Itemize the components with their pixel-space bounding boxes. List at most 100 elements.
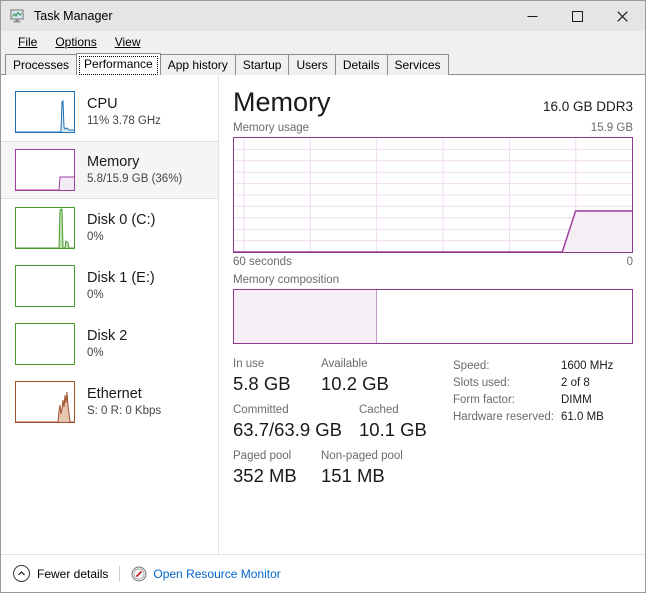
sidebar-item-disk-1-subtitle: 0%	[87, 289, 104, 301]
sidebar-item-disk-0-title: Disk 0 (C:)	[87, 212, 156, 228]
tab-processes[interactable]: Processes	[5, 54, 78, 75]
info-slots-used-key: Slots used:	[453, 377, 510, 389]
menu-bar: File Options View	[1, 31, 645, 53]
stat-row-2: Committed 63.7/63.9 GB Cached 10.1 GB	[233, 403, 441, 442]
info-form-factor: Form factor: DIMM	[453, 392, 633, 409]
tab-details[interactable]: Details	[334, 54, 388, 75]
stat-available-label: Available	[321, 358, 368, 370]
fewer-details-label: Fewer details	[37, 566, 109, 581]
sidebar-item-ethernet-subtitle: S: 0 R: 0 Kbps	[87, 405, 162, 417]
tab-startup[interactable]: Startup	[234, 54, 290, 75]
disk-1-thumbnail-graph	[15, 265, 75, 307]
sidebar-item-disk-2[interactable]: Disk 2 0%	[1, 315, 218, 373]
tab-services-label: Services	[394, 58, 441, 72]
stat-non-paged-pool-label: Non-paged pool	[321, 450, 403, 462]
sidebar-item-cpu-title: CPU	[87, 96, 118, 112]
window-controls	[510, 1, 645, 31]
sidebar-item-disk-2-text: Disk 2 0%	[87, 327, 127, 361]
ethernet-thumbnail-graph	[15, 381, 75, 423]
stat-committed-value: 63.7/63.9 GB	[233, 419, 343, 440]
memory-usage-graph	[233, 137, 633, 253]
info-hardware-reserved: Hardware reserved: 61.0 MB	[453, 409, 633, 426]
stat-row-1: In use 5.8 GB Available 10.2 GB	[233, 357, 441, 396]
composition-in-use-segment	[234, 290, 378, 343]
info-hardware-reserved-key: Hardware reserved:	[453, 411, 554, 423]
footer-divider	[119, 565, 121, 582]
tab-users-label: Users	[296, 58, 328, 72]
sidebar-item-cpu-subtitle: 11% 3.78 GHz	[87, 115, 161, 127]
resource-monitor-icon	[131, 566, 147, 582]
sidebar-item-memory[interactable]: Memory 5.8/15.9 GB (36%)	[1, 141, 218, 199]
sidebar-item-memory-subtitle: 5.8/15.9 GB (36%)	[87, 173, 183, 185]
stat-non-paged-pool-value: 151 MB	[321, 465, 385, 486]
tab-services[interactable]: Services	[386, 54, 449, 75]
usage-graph-title: Memory usage	[233, 122, 310, 134]
info-slots-used-value: 2 of 8	[561, 377, 590, 389]
stat-in-use: In use 5.8 GB	[233, 357, 321, 396]
sidebar-item-ethernet-text: Ethernet S: 0 R: 0 Kbps	[87, 385, 161, 419]
minimize-button[interactable]	[510, 1, 555, 31]
title-bar: Task Manager	[1, 1, 645, 31]
stats-left-column: In use 5.8 GB Available 10.2 GB Committe…	[233, 357, 441, 495]
stat-available-value: 10.2 GB	[321, 373, 389, 394]
stat-available: Available 10.2 GB	[321, 357, 441, 396]
menu-file[interactable]: File	[9, 33, 46, 51]
info-form-factor-key: Form factor:	[453, 394, 515, 406]
memory-composition-bar[interactable]	[233, 289, 633, 344]
info-form-factor-value: DIMM	[561, 394, 592, 406]
tab-details-label: Details	[342, 58, 380, 72]
menu-options[interactable]: Options	[46, 33, 105, 51]
stat-paged-pool-label: Paged pool	[233, 450, 292, 462]
info-speed: Speed: 1600 MHz	[453, 358, 633, 375]
content-body: CPU 11% 3.78 GHz Memory 5.8/15.9 GB (36%…	[1, 75, 645, 554]
info-hardware-reserved-value: 61.0 MB	[561, 411, 604, 423]
sidebar-item-disk-2-title: Disk 2	[87, 328, 128, 344]
axis-right-label: 0	[626, 256, 633, 268]
composition-free-segment	[377, 290, 632, 343]
composition-labels: Memory composition	[233, 273, 633, 287]
maximize-button[interactable]	[555, 1, 600, 31]
stat-cached: Cached 10.1 GB	[359, 403, 441, 442]
info-speed-value: 1600 MHz	[561, 360, 614, 372]
sidebar-item-disk-0-subtitle: 0%	[87, 231, 104, 243]
menu-file-label: File	[18, 35, 38, 49]
tab-performance[interactable]: Performance	[76, 53, 161, 75]
sidebar-item-disk-1[interactable]: Disk 1 (E:) 0%	[1, 257, 218, 315]
tab-app-history[interactable]: App history	[159, 54, 236, 75]
sidebar-item-cpu-text: CPU 11% 3.78 GHz	[87, 95, 161, 129]
info-slots-used: Slots used: 2 of 8	[453, 375, 633, 392]
tab-strip: Processes Performance App history Startu…	[1, 53, 645, 75]
tab-performance-label: Performance	[84, 57, 153, 71]
stat-in-use-value: 5.8 GB	[233, 373, 291, 394]
stat-cached-value: 10.1 GB	[359, 419, 427, 440]
sidebar-item-memory-title: Memory	[87, 154, 140, 170]
sidebar-item-ethernet[interactable]: Ethernet S: 0 R: 0 Kbps	[1, 373, 218, 431]
tab-users[interactable]: Users	[288, 54, 336, 75]
stat-committed-label: Committed	[233, 404, 289, 416]
sidebar-item-disk-1-title: Disk 1 (E:)	[87, 270, 155, 286]
stats-right-column: Speed: 1600 MHz Slots used: 2 of 8 Form …	[441, 357, 633, 495]
stat-in-use-label: In use	[233, 358, 265, 370]
task-manager-icon	[10, 8, 26, 24]
tab-startup-label: Startup	[242, 58, 282, 72]
task-manager-window: Task Manager File Options View Processes…	[0, 0, 646, 593]
stat-row-3: Paged pool 352 MB Non-paged pool 151 MB	[233, 449, 441, 488]
page-title: Memory	[233, 87, 331, 117]
sidebar-item-disk-0[interactable]: Disk 0 (C:) 0%	[1, 199, 218, 257]
sidebar-item-cpu[interactable]: CPU 11% 3.78 GHz	[1, 83, 218, 141]
sidebar-item-memory-text: Memory 5.8/15.9 GB (36%)	[87, 153, 182, 187]
sidebar-item-disk-2-subtitle: 0%	[87, 347, 104, 359]
memory-thumbnail-graph	[15, 149, 75, 191]
tab-app-history-label: App history	[167, 58, 228, 72]
composition-title: Memory composition	[233, 274, 340, 286]
detail-header: Memory 16.0 GB DDR3	[233, 85, 633, 119]
open-resource-monitor-link[interactable]: Open Resource Monitor	[131, 566, 281, 582]
menu-view[interactable]: View	[106, 33, 150, 51]
disk-0-thumbnail-graph	[15, 207, 75, 249]
menu-view-label: View	[114, 35, 141, 49]
fewer-details-button[interactable]: Fewer details	[13, 565, 108, 582]
usage-graph-max: 15.9 GB	[590, 122, 633, 134]
usage-graph-labels: Memory usage 15.9 GB	[233, 121, 633, 135]
sidebar-item-ethernet-title: Ethernet	[87, 386, 142, 402]
close-button[interactable]	[600, 1, 645, 31]
